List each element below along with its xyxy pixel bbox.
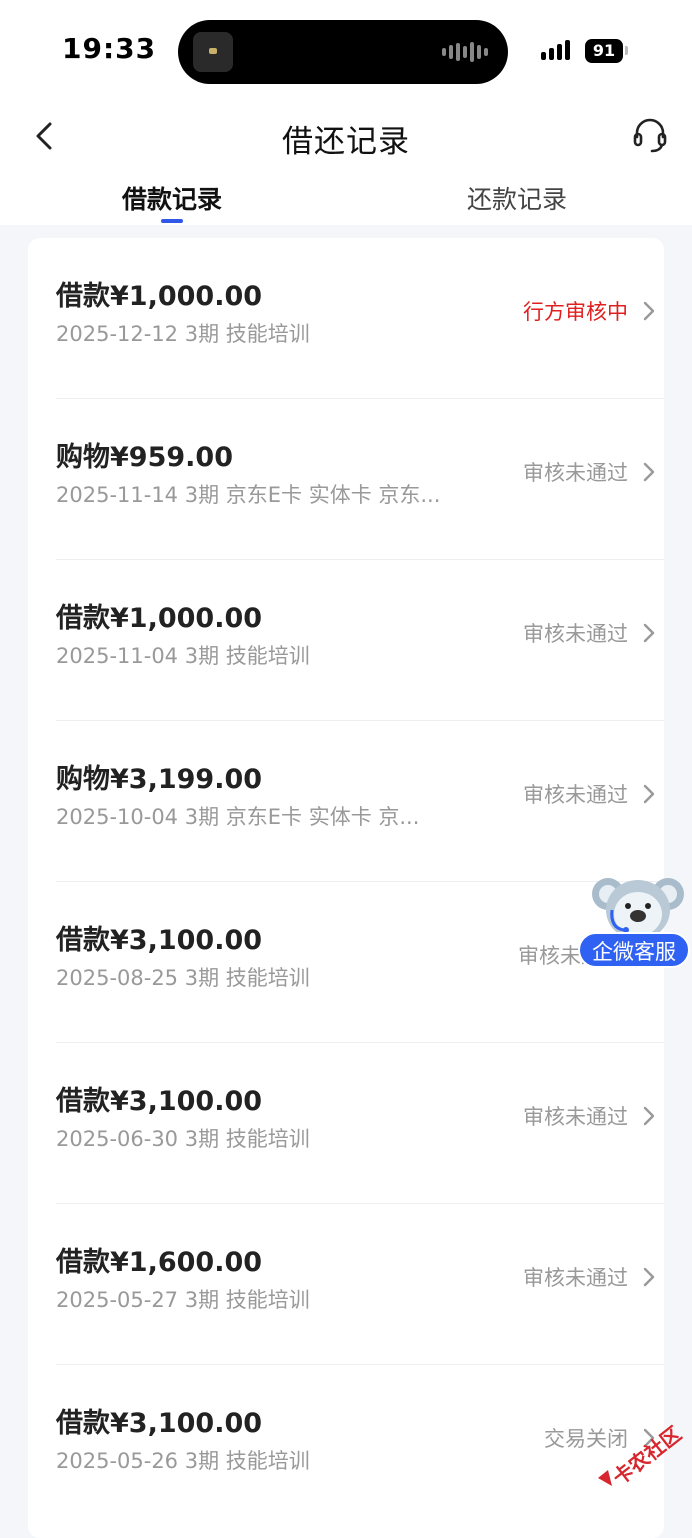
record-status: 行方审核中: [523, 300, 628, 324]
record-amount: 购物¥959.00: [56, 442, 233, 473]
record-item[interactable]: 借款¥3,100.00 2025-06-30 3期 技能培训 审核未通过: [56, 1043, 664, 1204]
tab-repay-records[interactable]: 还款记录: [467, 180, 567, 216]
record-item[interactable]: 借款¥3,100.00 2025-05-26 3期 技能培训 交易关闭: [56, 1365, 664, 1525]
record-amount: 借款¥3,100.00: [56, 1086, 263, 1117]
record-detail: 2025-10-04 3期 京东E卡 实体卡 京...: [56, 805, 420, 829]
record-detail: 2025-08-25 3期 技能培训: [56, 966, 310, 990]
headset-icon[interactable]: [630, 115, 670, 155]
record-amount: 借款¥3,100.00: [56, 925, 263, 956]
record-detail: 2025-11-14 3期 京东E卡 实体卡 京东...: [56, 483, 441, 507]
active-tab-indicator: [161, 219, 183, 223]
record-detail: 2025-05-26 3期 技能培训: [56, 1449, 310, 1473]
record-amount: 借款¥1,600.00: [56, 1247, 263, 1278]
status-bar: 19:33 91: [0, 0, 692, 100]
audio-wave-icon: [442, 42, 488, 62]
record-detail: 2025-05-27 3期 技能培训: [56, 1288, 310, 1312]
tab-borrow-records[interactable]: 借款记录: [122, 180, 222, 216]
record-item[interactable]: 购物¥3,199.00 2025-10-04 3期 京东E卡 实体卡 京... …: [56, 721, 664, 882]
record-list: 借款¥1,000.00 2025-12-12 3期 技能培训 行方审核中 购物¥…: [28, 238, 664, 1538]
chevron-right-icon: [643, 1267, 655, 1287]
record-item[interactable]: 借款¥3,100.00 2025-08-25 3期 技能培训 审核未通: [56, 882, 664, 1043]
header: 借还记录 借款记录 还款记录: [0, 100, 692, 225]
cellular-signal-icon: [541, 40, 570, 60]
island-app-icon: [193, 32, 233, 72]
chevron-right-icon: [643, 623, 655, 643]
record-status: 审核未通过: [523, 622, 628, 646]
record-status: 审核未通过: [523, 461, 628, 485]
chevron-right-icon: [643, 784, 655, 804]
status-time: 19:33: [62, 32, 157, 65]
record-amount: 借款¥1,000.00: [56, 603, 263, 634]
record-item[interactable]: 购物¥959.00 2025-11-14 3期 京东E卡 实体卡 京东... 审…: [56, 399, 664, 560]
record-status: 审核未通过: [523, 1266, 628, 1290]
record-amount: 借款¥1,000.00: [56, 281, 263, 312]
record-amount: 购物¥3,199.00: [56, 764, 263, 795]
record-item[interactable]: 借款¥1,600.00 2025-05-27 3期 技能培训 审核未通过: [56, 1204, 664, 1365]
koala-mascot-icon: [592, 878, 684, 940]
battery-tip: [625, 46, 628, 55]
float-customer-service-button[interactable]: 企微客服: [578, 870, 692, 970]
record-detail: 2025-06-30 3期 技能培训: [56, 1127, 310, 1151]
record-detail: 2025-12-12 3期 技能培训: [56, 322, 310, 346]
record-item[interactable]: 借款¥1,000.00 2025-12-12 3期 技能培训 行方审核中: [56, 238, 664, 399]
record-item[interactable]: 借款¥1,000.00 2025-11-04 3期 技能培训 审核未通过: [56, 560, 664, 721]
record-status: 审核未通过: [523, 1105, 628, 1129]
battery-icon: 91: [585, 39, 623, 63]
chevron-right-icon: [643, 1106, 655, 1126]
watermark-logo: 卡农社区: [588, 1400, 692, 1500]
chevron-right-icon: [643, 462, 655, 482]
record-status: 审核未通过: [523, 783, 628, 807]
float-service-label: 企微客服: [578, 932, 690, 968]
record-amount: 借款¥3,100.00: [56, 1408, 263, 1439]
page-title: 借还记录: [282, 124, 410, 160]
record-detail: 2025-11-04 3期 技能培训: [56, 644, 310, 668]
dynamic-island: [178, 20, 508, 84]
chevron-right-icon: [643, 301, 655, 321]
